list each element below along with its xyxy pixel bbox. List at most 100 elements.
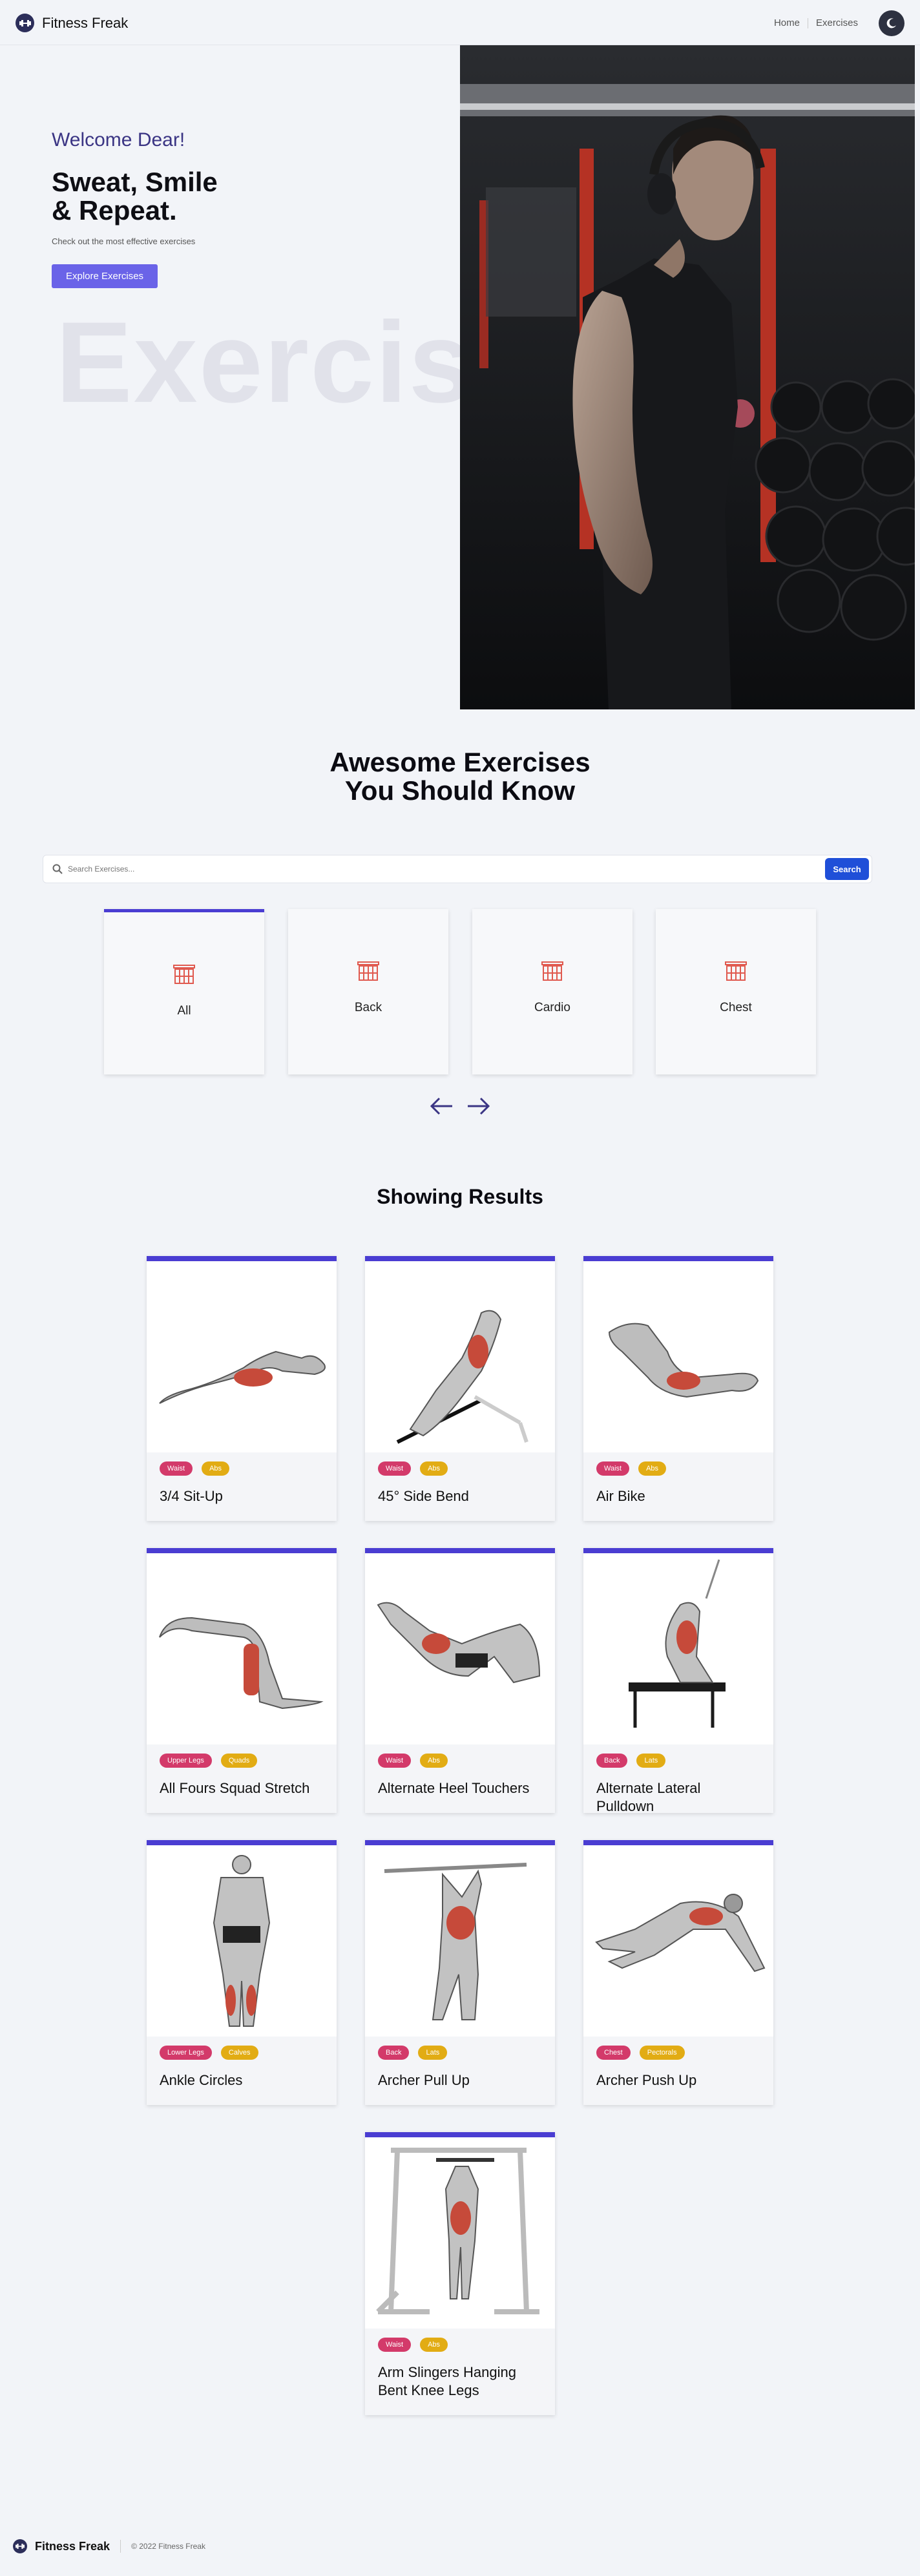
- search-button[interactable]: Search: [825, 858, 869, 880]
- explore-exercises-button[interactable]: Explore Exercises: [52, 264, 158, 288]
- theme-toggle-button[interactable]: [879, 10, 904, 36]
- exercise-card[interactable]: Back Lats Alternate Lateral Pulldown: [583, 1548, 773, 1814]
- category-label: Chest: [720, 1001, 752, 1014]
- exercise-name: Alternate Heel Touchers: [378, 1780, 530, 1796]
- arrow-right-icon[interactable]: [465, 1096, 491, 1116]
- category-label: Back: [354, 1001, 382, 1014]
- body-part-badge[interactable]: Waist: [596, 1461, 630, 1476]
- exercise-name: Air Bike: [596, 1488, 645, 1504]
- exercises-title-line2: You Should Know: [344, 775, 576, 806]
- exercise-card[interactable]: Waist Abs Air Bike: [583, 1256, 773, 1521]
- search-input[interactable]: [68, 864, 825, 874]
- target-badge[interactable]: Abs: [420, 1754, 448, 1768]
- hero-welcome: Welcome Dear!: [52, 129, 185, 151]
- hero-text: Welcome Dear! Sweat, Smile & Repeat. Che…: [52, 129, 218, 288]
- exercise-illustration: [365, 1261, 555, 1452]
- body-part-badge[interactable]: Waist: [378, 1461, 412, 1476]
- badge-group: Back Lats: [583, 1744, 773, 1768]
- category-card-chest[interactable]: Chest: [656, 909, 816, 1074]
- gym-icon: [725, 961, 747, 981]
- badge-group: Waist Abs: [365, 2329, 555, 2352]
- category-card-back[interactable]: Back: [288, 909, 448, 1074]
- search-bar: Search: [43, 855, 872, 883]
- badge-group: Chest Pectorals: [583, 2037, 773, 2060]
- dumbbell-logo-icon: [16, 14, 34, 32]
- body-part-badge[interactable]: Back: [596, 1754, 628, 1768]
- footer-divider: [120, 2540, 121, 2553]
- hero-subtitle: Check out the most effective exercises: [52, 236, 196, 246]
- dumbbell-logo-icon: [13, 2539, 27, 2553]
- target-badge[interactable]: Lats: [636, 1754, 666, 1768]
- body-part-badge[interactable]: Back: [378, 2046, 410, 2060]
- footer-copyright: © 2022 Fitness Freak: [131, 2542, 205, 2551]
- exercise-illustration: [365, 1845, 555, 2037]
- exercise-name: Ankle Circles: [160, 2072, 243, 2088]
- exercise-card[interactable]: Waist Abs 45° Side Bend: [365, 1256, 555, 1521]
- brand[interactable]: Fitness Freak: [16, 14, 128, 32]
- badge-group: Lower Legs Calves: [147, 2037, 337, 2060]
- exercise-card[interactable]: Upper Legs Quads All Fours Squad Stretch: [147, 1548, 337, 1813]
- body-part-badge[interactable]: Lower Legs: [160, 2046, 212, 2060]
- body-part-badge[interactable]: Chest: [596, 2046, 631, 2060]
- exercise-card[interactable]: Back Lats Archer Pull Up: [365, 1840, 555, 2105]
- search-icon: [52, 864, 63, 874]
- target-badge[interactable]: Calves: [220, 2046, 258, 2060]
- badge-group: Waist Abs: [147, 1452, 337, 1476]
- hero-banner-image: [460, 45, 915, 709]
- body-part-badge[interactable]: Upper Legs: [160, 1754, 212, 1768]
- exercise-illustration: [147, 1553, 337, 1744]
- target-badge[interactable]: Quads: [220, 1754, 258, 1768]
- exercise-illustration: [365, 1553, 555, 1744]
- body-part-badge[interactable]: Waist: [378, 2338, 412, 2352]
- exercise-illustration: [147, 1261, 337, 1452]
- body-part-badge[interactable]: Waist: [160, 1461, 193, 1476]
- footer: Fitness Freak © 2022 Fitness Freak: [13, 2539, 205, 2553]
- exercise-card[interactable]: Waist Abs 3/4 Sit-Up: [147, 1256, 337, 1521]
- exercise-illustration: [147, 1845, 337, 2037]
- badge-group: Waist Abs: [365, 1744, 555, 1768]
- category-label: Cardio: [534, 1001, 570, 1014]
- exercise-name: 45° Side Bend: [378, 1488, 469, 1504]
- exercise-card[interactable]: Chest Pectorals Archer Push Up: [583, 1840, 773, 2105]
- target-badge[interactable]: Abs: [420, 2338, 448, 2352]
- exercises-section-title: Awesome Exercises You Should Know: [0, 748, 920, 805]
- nav-link-exercises[interactable]: Exercises: [808, 18, 866, 28]
- exercises-title-line1: Awesome Exercises: [329, 747, 591, 777]
- exercise-card[interactable]: Lower Legs Calves Ankle Circles: [147, 1840, 337, 2105]
- gym-icon: [541, 961, 563, 981]
- target-badge[interactable]: Pectorals: [639, 2046, 685, 2060]
- exercise-card[interactable]: Waist Abs Alternate Heel Touchers: [365, 1548, 555, 1813]
- exercise-name: Archer Pull Up: [378, 2072, 470, 2088]
- target-badge[interactable]: Abs: [202, 1461, 230, 1476]
- exercise-name: 3/4 Sit-Up: [160, 1488, 223, 1504]
- exercise-name: Alternate Lateral Pulldown: [596, 1780, 701, 1814]
- target-badge[interactable]: Lats: [418, 2046, 448, 2060]
- arrow-left-icon[interactable]: [429, 1096, 455, 1116]
- target-badge[interactable]: Abs: [638, 1461, 667, 1476]
- footer-brand: Fitness Freak: [35, 2539, 110, 2553]
- target-badge[interactable]: Abs: [420, 1461, 448, 1476]
- nav-link-home[interactable]: Home: [766, 18, 808, 28]
- exercise-illustration: [583, 1553, 773, 1744]
- exercise-name: Arm Slingers Hanging Bent Knee Legs: [378, 2364, 516, 2398]
- badge-group: Back Lats: [365, 2037, 555, 2060]
- exercise-illustration: [583, 1845, 773, 2037]
- category-card-all[interactable]: All: [104, 909, 264, 1074]
- category-label: All: [177, 1004, 191, 1018]
- exercise-card[interactable]: Waist Abs Arm Slingers Hanging Bent Knee…: [365, 2132, 555, 2415]
- navbar: Fitness Freak Home Exercises: [0, 0, 920, 45]
- badge-group: Waist Abs: [583, 1452, 773, 1476]
- exercise-name: Archer Push Up: [596, 2072, 697, 2088]
- nav-links: Home Exercises: [766, 18, 866, 28]
- brand-name: Fitness Freak: [42, 14, 129, 31]
- body-part-badge[interactable]: Waist: [378, 1754, 412, 1768]
- badge-group: Waist Abs: [365, 1452, 555, 1476]
- hero-title-line1: Sweat, Smile: [52, 167, 218, 197]
- exercise-name: All Fours Squad Stretch: [160, 1780, 310, 1796]
- gym-icon: [357, 961, 379, 981]
- exercise-illustration: [583, 1261, 773, 1452]
- exercise-illustration: [365, 2137, 555, 2329]
- category-card-cardio[interactable]: Cardio: [472, 909, 632, 1074]
- hero-title-line2: & Repeat.: [52, 195, 177, 225]
- badge-group: Upper Legs Quads: [147, 1744, 337, 1768]
